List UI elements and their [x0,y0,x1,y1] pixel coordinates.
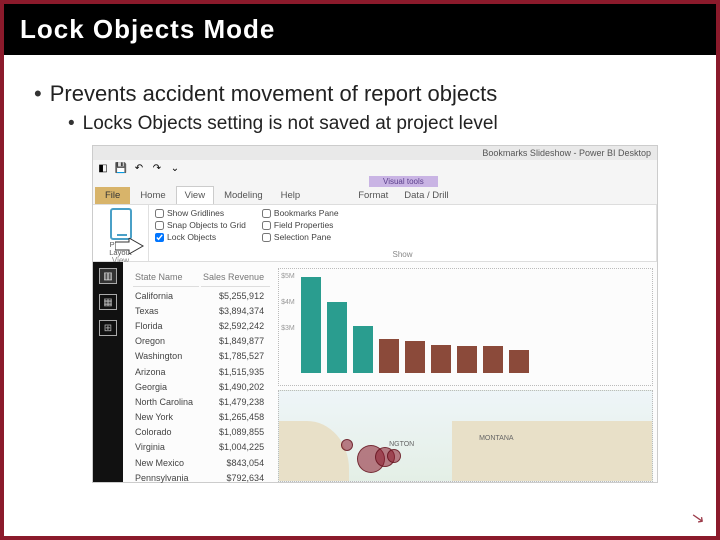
nav-report-icon[interactable]: ▥ [99,268,117,284]
tab-data-drill[interactable]: Data / Drill [396,187,456,204]
check-selection-pane[interactable]: Selection Pane [262,232,339,242]
bullet-level-2: •Locks Objects setting is not saved at p… [68,113,696,135]
check-bookmarks-pane[interactable]: Bookmarks Pane [262,208,339,218]
bar [301,277,321,373]
map-label: MONTANA [479,435,513,442]
undo-icon[interactable]: ↶ [133,162,145,174]
bullet2-text: Locks Objects setting is not saved at pr… [83,113,498,134]
table-row: Georgia$1,490,202 [133,380,270,393]
table-row: Arizona$1,515,935 [133,365,270,378]
tab-view[interactable]: View [176,186,214,204]
col-revenue: Sales Revenue [201,270,270,287]
bar [483,346,503,373]
bar [379,339,399,373]
table-row: Pennsylvania$792,634 [133,471,270,484]
map-label: NGTON [389,441,414,448]
nav-model-icon[interactable]: ⊞ [99,320,117,336]
window-title-text: Bookmarks Slideshow - Power BI Desktop [482,148,651,158]
tab-modeling[interactable]: Modeling [216,187,271,204]
slide-title: Lock Objects Mode [4,4,716,55]
quick-access-toolbar: ◧ 💾 ↶ ↷ ⌄ [93,160,657,176]
ytick: $4M [281,299,295,306]
ribbon-tabs: File Home View Modeling Help Visual tool… [93,176,657,204]
window-titlebar: Bookmarks Slideshow - Power BI Desktop [93,146,657,160]
contextual-group-label: Visual tools [369,176,438,187]
check-show-gridlines[interactable]: Show Gridlines [155,208,246,218]
screenshot-powerbi: Bookmarks Slideshow - Power BI Desktop ◧… [92,145,658,483]
map-bubble [341,439,353,451]
contextual-tab-group: Visual tools Format Data / Drill [350,176,456,204]
corner-logo-icon: ↘ [689,507,706,529]
table-row: New York$1,265,458 [133,411,270,424]
left-nav: ▥ ▦ ⊞ [93,262,123,482]
ribbon-group-view: PhoneLayout View [93,205,149,261]
ribbon-body: PhoneLayout View Show Gridlines Snap Obj… [93,204,657,262]
bar [405,341,425,373]
col-state: State Name [133,270,199,287]
map-bubble [387,449,401,463]
checkbox-icon[interactable] [262,233,271,242]
slide-body: •Prevents accident movement of report ob… [4,55,716,536]
check-snap-to-grid[interactable]: Snap Objects to Grid [155,220,246,230]
file-tab[interactable]: File [95,187,130,204]
table-row: Oregon$1,849,877 [133,335,270,348]
table-row: Florida$2,592,242 [133,319,270,332]
check-lock-objects[interactable]: Lock Objects [155,232,246,242]
checkbox-icon[interactable] [155,221,164,230]
qat-dropdown-icon[interactable]: ⌄ [169,162,181,174]
redo-icon[interactable]: ↷ [151,162,163,174]
phone-layout-button[interactable]: PhoneLayout [99,208,142,256]
checkbox-icon[interactable] [262,221,271,230]
check-field-properties[interactable]: Field Properties [262,220,339,230]
report-canvas-row: ▥ ▦ ⊞ State Name Sales Revenue Californi… [93,262,657,482]
app-icon: ◧ [97,162,109,174]
checkbox-icon[interactable] [155,233,164,242]
ytick: $5M [281,273,295,280]
bar [327,302,347,373]
sales-table[interactable]: State Name Sales Revenue California$5,25… [131,268,272,486]
ribbon-group-show: Show Gridlines Snap Objects to Grid Lock… [149,205,657,261]
table-row: Colorado$1,089,855 [133,426,270,439]
table-row: Washington$1,785,527 [133,350,270,363]
bullet1-text: Prevents accident movement of report obj… [50,81,498,106]
bar [509,350,529,373]
checks-right: Bookmarks Pane Field Properties Selectio… [262,208,339,242]
map-coast [279,421,349,481]
tab-home[interactable]: Home [132,187,173,204]
tab-help[interactable]: Help [273,187,309,204]
table-row: California$5,255,912 [133,289,270,302]
save-icon[interactable]: 💾 [115,162,127,174]
arrow-annotation [115,238,143,252]
table-row: Virginia$1,004,225 [133,441,270,454]
bar [431,345,451,373]
phone-icon [110,208,132,240]
bar [353,326,373,373]
nav-data-icon[interactable]: ▦ [99,294,117,310]
checks-left: Show Gridlines Snap Objects to Grid Lock… [155,208,246,242]
bullet-level-1: •Prevents accident movement of report ob… [34,81,696,107]
table-row: New Mexico$843,054 [133,456,270,469]
bar [457,346,477,373]
checkbox-icon[interactable] [155,209,164,218]
group-label-show: Show [155,250,650,259]
table-row: North Carolina$1,479,238 [133,395,270,408]
ytick: $3M [281,325,295,332]
map-visual[interactable]: NGTON MONTANA [278,390,653,482]
tab-format[interactable]: Format [350,187,396,204]
right-visuals: $5M $4M $3M NGTON MONTANA [278,268,653,482]
table-row: Texas$3,894,374 [133,304,270,317]
map-land [452,421,652,481]
bar-chart[interactable]: $5M $4M $3M [278,268,653,386]
checkbox-icon[interactable] [262,209,271,218]
slide-frame: Lock Objects Mode •Prevents accident mov… [0,0,720,540]
report-canvas: State Name Sales Revenue California$5,25… [123,262,657,482]
